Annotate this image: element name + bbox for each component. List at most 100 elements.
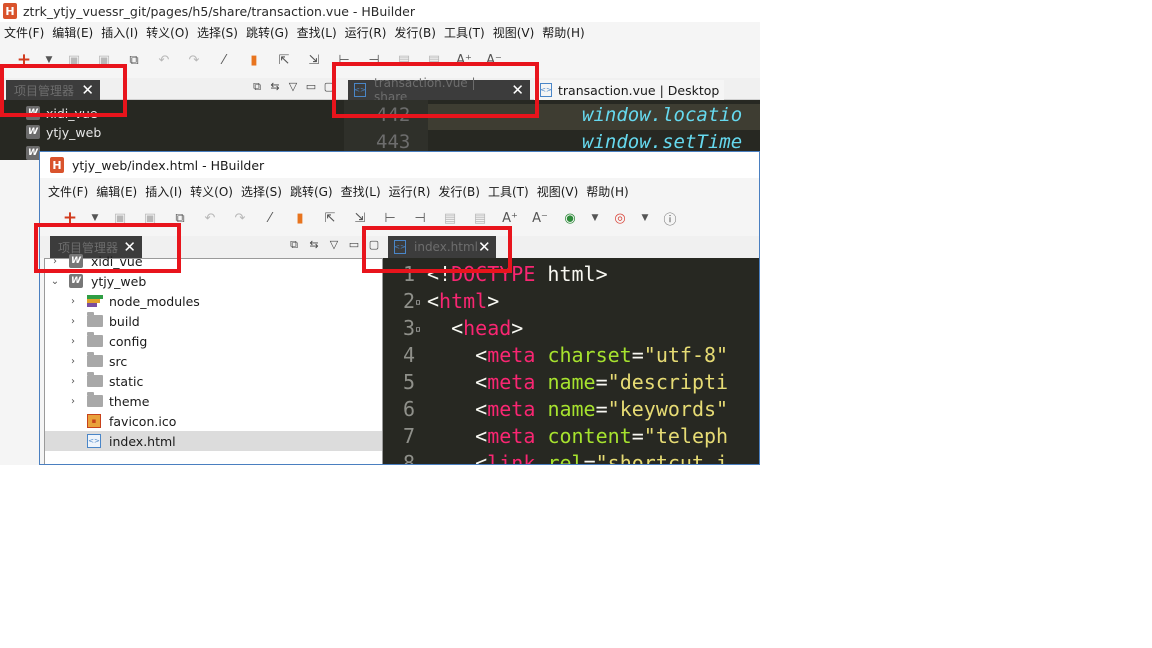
menu-item[interactable]: 视图(V) bbox=[533, 183, 583, 201]
dropdown-arrow-icon[interactable]: ▼ bbox=[640, 208, 650, 228]
history-icon[interactable]: ⧉ bbox=[124, 50, 144, 70]
chevron-right-icon[interactable]: › bbox=[67, 376, 79, 387]
menu-item[interactable]: 运行(R) bbox=[385, 183, 435, 201]
minimize-icon[interactable]: ▭ bbox=[344, 238, 364, 252]
format-icon[interactable]: ⁄ bbox=[214, 50, 234, 70]
link-editor-icon[interactable]: ⇆ bbox=[304, 238, 324, 252]
menu-item[interactable]: 发行(B) bbox=[390, 24, 440, 42]
view-menu-icon[interactable]: ▽ bbox=[324, 238, 344, 252]
tree-item[interactable]: › node_modules bbox=[45, 291, 382, 311]
menu-item[interactable]: 转义(O) bbox=[142, 24, 193, 42]
red-highlight-box bbox=[332, 62, 539, 118]
menu-item[interactable]: 发行(B) bbox=[434, 183, 484, 201]
dropdown-arrow-icon[interactable]: ▼ bbox=[590, 208, 600, 228]
tree-item[interactable]: <> index.html bbox=[45, 431, 382, 451]
chevron-right-icon[interactable]: › bbox=[67, 336, 79, 347]
fold-toggle-icon[interactable]: ▫ bbox=[415, 324, 427, 335]
tree-item-label: src bbox=[109, 353, 128, 369]
menu-item[interactable]: 帮助(H) bbox=[582, 183, 632, 201]
menu-item[interactable]: 编辑(E) bbox=[48, 24, 97, 42]
line-number: 7 bbox=[402, 424, 415, 448]
tree-item[interactable]: ▪ favicon.ico bbox=[45, 411, 382, 431]
goto-icon[interactable]: ⇱ bbox=[274, 50, 294, 70]
comment-icon[interactable]: ▤ bbox=[440, 208, 460, 228]
menu-item[interactable]: 查找(L) bbox=[337, 183, 385, 201]
back-editor-tab[interactable]: <> transaction.vue | Desktop bbox=[534, 80, 724, 100]
web-project-icon: W bbox=[26, 125, 40, 139]
tree-item[interactable]: › static bbox=[45, 371, 382, 391]
redo-icon[interactable]: ↷ bbox=[184, 50, 204, 70]
view-menu-icon[interactable]: ▽ bbox=[284, 80, 302, 94]
folder-icon bbox=[87, 352, 103, 367]
chevron-right-icon[interactable]: › bbox=[67, 316, 79, 327]
font-decrease-icon[interactable]: A⁻ bbox=[530, 208, 550, 228]
tree-item[interactable]: W ytjy_web bbox=[26, 122, 101, 142]
undo-icon[interactable]: ↶ bbox=[200, 208, 220, 228]
redo-icon[interactable]: ↷ bbox=[230, 208, 250, 228]
minimize-icon[interactable]: ▭ bbox=[302, 80, 320, 94]
code-token: < bbox=[427, 289, 440, 313]
menu-item[interactable]: 查找(L) bbox=[293, 24, 341, 42]
step-right-icon[interactable]: ⊣ bbox=[410, 208, 430, 228]
chevron-right-icon[interactable]: › bbox=[67, 396, 79, 407]
goto-icon[interactable]: ⇱ bbox=[320, 208, 340, 228]
jump-icon[interactable]: ⇲ bbox=[304, 50, 324, 70]
collapse-icon[interactable]: ⧉ bbox=[248, 80, 266, 94]
code-token: name bbox=[547, 397, 596, 421]
tree-item[interactable]: ⌄ Wytjy_web bbox=[45, 271, 382, 291]
menu-item[interactable]: 转义(O) bbox=[186, 183, 237, 201]
code-token: name bbox=[547, 370, 596, 394]
menu-item[interactable]: 文件(F) bbox=[44, 183, 92, 201]
uncomment-icon[interactable]: ▤ bbox=[470, 208, 490, 228]
font-increase-icon[interactable]: A⁺ bbox=[500, 208, 520, 228]
menu-item[interactable]: 编辑(E) bbox=[92, 183, 141, 201]
menu-item[interactable]: 选择(S) bbox=[193, 24, 242, 42]
menu-item[interactable]: 工具(T) bbox=[484, 183, 533, 201]
tree-item[interactable]: › theme bbox=[45, 391, 382, 411]
front-code-editor[interactable]: 1 <!DOCTYPE html> 2▫ <html> 3▫ <head> 4 <meta… bbox=[383, 258, 759, 465]
code-token: rel bbox=[547, 451, 584, 465]
menu-item[interactable]: 视图(V) bbox=[489, 24, 539, 42]
tree-item[interactable]: › build bbox=[45, 311, 382, 331]
red-highlight-box bbox=[0, 64, 127, 117]
jump-icon[interactable]: ⇲ bbox=[350, 208, 370, 228]
fold-toggle-icon[interactable]: ▫ bbox=[415, 297, 427, 308]
menu-item[interactable]: 工具(T) bbox=[440, 24, 489, 42]
code-token: > bbox=[487, 289, 500, 313]
code-token: head bbox=[463, 316, 512, 340]
menu-item[interactable]: 跳转(G) bbox=[242, 24, 293, 42]
info-icon[interactable]: ⓘ bbox=[660, 208, 680, 228]
menu-item[interactable]: 帮助(H) bbox=[538, 24, 588, 42]
code-token: html bbox=[439, 289, 488, 313]
link-editor-icon[interactable]: ⇆ bbox=[266, 80, 284, 94]
collapse-icon[interactable]: ⧉ bbox=[284, 238, 304, 252]
bookmark-icon[interactable]: ▮ bbox=[244, 50, 264, 70]
chrome-icon[interactable]: ◎ bbox=[610, 208, 630, 228]
menu-item[interactable]: 文件(F) bbox=[0, 24, 48, 42]
chevron-right-icon[interactable]: › bbox=[67, 356, 79, 367]
menu-item[interactable]: 运行(R) bbox=[341, 24, 391, 42]
front-window-title: ytjy_web/index.html - HBuilder bbox=[72, 157, 265, 173]
code-token: meta bbox=[487, 370, 536, 394]
front-window-titlebar: H ytjy_web/index.html - HBuilder bbox=[40, 152, 759, 178]
undo-icon[interactable]: ↶ bbox=[154, 50, 174, 70]
format-icon[interactable]: ⁄ bbox=[260, 208, 280, 228]
menu-item[interactable]: 跳转(G) bbox=[286, 183, 337, 201]
chevron-right-icon[interactable]: › bbox=[67, 296, 79, 307]
bookmark-icon[interactable]: ▮ bbox=[290, 208, 310, 228]
menu-item[interactable]: 选择(S) bbox=[237, 183, 286, 201]
vue-file-icon: <> bbox=[540, 83, 552, 97]
tree-item[interactable]: › src bbox=[45, 351, 382, 371]
back-menubar: 文件(F) 编辑(E) 插入(I) 转义(O) 选择(S) 跳转(G) 查找(L) 运行(R)… bbox=[0, 24, 760, 42]
code-line: 3▫ <head> bbox=[383, 316, 523, 343]
front-window: H ytjy_web/index.html - HBuilder 文件(F) 编辑… bbox=[39, 151, 760, 465]
menu-item[interactable]: 插入(I) bbox=[97, 24, 142, 42]
menu-item[interactable]: 插入(I) bbox=[141, 183, 186, 201]
step-left-icon[interactable]: ⊢ bbox=[380, 208, 400, 228]
tree-item-label: config bbox=[109, 333, 148, 349]
tree-item[interactable]: › config bbox=[45, 331, 382, 351]
chevron-down-icon[interactable]: ⌄ bbox=[49, 276, 61, 287]
run-icon[interactable]: ◉ bbox=[560, 208, 580, 228]
